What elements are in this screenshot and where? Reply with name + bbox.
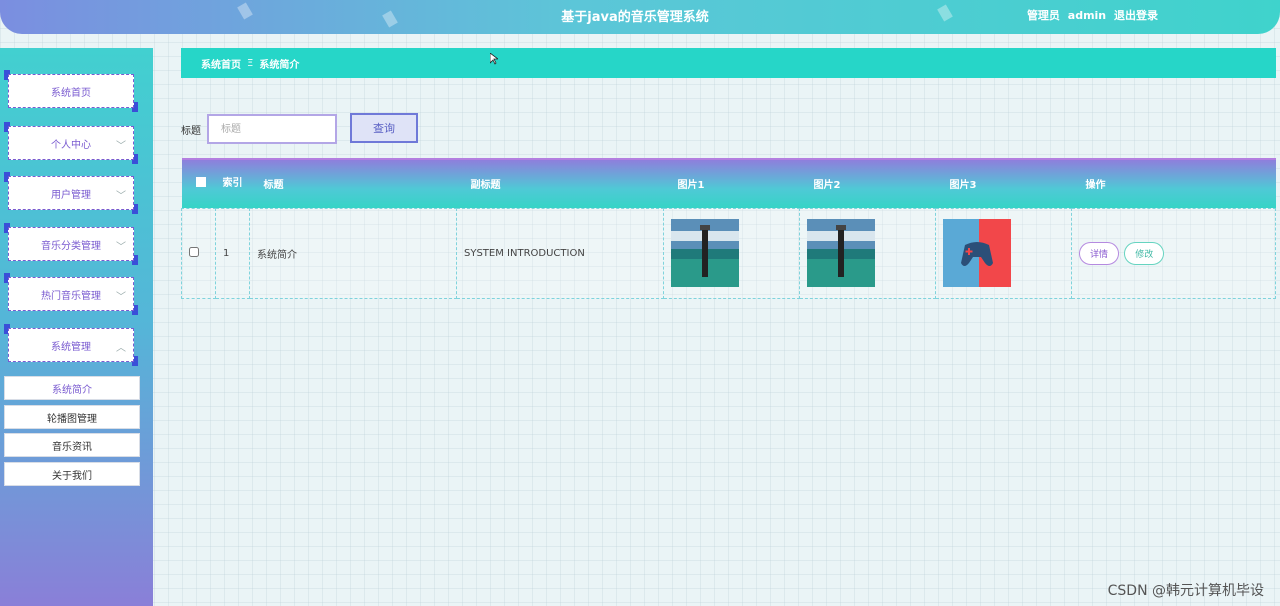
sidebar-item-label: 系统首页 [8,74,134,108]
sidebar-item-music-category[interactable]: 音乐分类管理 ﹀ [4,223,138,265]
edit-button[interactable]: 修改 [1124,241,1165,265]
row-title: 系统简介 [249,207,457,299]
sidebar-subitem-about-us[interactable]: 关于我们 [4,462,140,486]
column-header-actions: 操作 [1071,158,1276,208]
row-image3-cell [935,207,1072,299]
row-index: 1 [215,207,250,299]
sidebar-subitem-system-intro[interactable]: 系统简介 [4,376,140,400]
column-header-image1: 图片1 [663,158,800,208]
row-checkbox[interactable] [189,246,199,257]
query-button[interactable]: 查询 [350,113,418,143]
sidebar-item-hot-music[interactable]: 热门音乐管理 ﹀ [4,273,138,315]
select-all-checkbox[interactable] [195,177,206,188]
sidebar: 系统首页 个人中心 ﹀ 用户管理 ﹀ 音乐分类管理 ﹀ 热门音乐管理 ﹀ 系统管… [0,48,153,606]
detail-button[interactable]: 详情 [1079,241,1120,265]
chevron-down-icon: ﹀ [116,242,126,253]
lighthouse-image[interactable] [807,219,875,287]
top-header: 基于java的音乐管理系统 管理员 admin 退出登录 [0,0,1280,34]
column-header-title: 标题 [249,158,457,208]
table-row: 1 系统简介 SYSTEM INTRODUCTION 详情 修改 [181,207,1276,299]
breadcrumb: 系统首页 Ξ 系统简介 [181,48,1276,78]
lighthouse-image[interactable] [671,219,739,287]
column-header-image3: 图片3 [935,158,1072,208]
search-label: 标题 [181,126,201,137]
data-table: 索引 标题 副标题 图片1 图片2 图片3 操作 1 系统简介 SYSTEM I… [181,158,1276,299]
row-actions-cell: 详情 修改 [1071,207,1276,299]
breadcrumb-current: 系统简介 [259,59,300,71]
chevron-down-icon: ﹀ [116,292,126,303]
chevron-down-icon: ﹀ [116,191,126,202]
column-header-index: 索引 [215,158,250,208]
table-header-row: 索引 标题 副标题 图片1 图片2 图片3 操作 [181,158,1276,208]
logout-link[interactable]: 退出登录 [1114,9,1158,22]
mouse-cursor-icon [490,53,498,65]
row-checkbox-cell [181,207,216,299]
row-subtitle: SYSTEM INTRODUCTION [456,207,664,299]
user-area: 管理员 admin 退出登录 [1023,7,1158,23]
breadcrumb-separator: Ξ [247,57,254,69]
column-header-image2: 图片2 [799,158,936,208]
chevron-up-icon: ︿ [116,343,126,354]
breadcrumb-home[interactable]: 系统首页 [201,56,241,71]
watermark: CSDN @韩元计算机毕设 [1107,583,1264,599]
sidebar-subitem-carousel[interactable]: 轮播图管理 [4,405,140,429]
user-role: 管理员 [1026,9,1060,22]
sidebar-subitem-music-news[interactable]: 音乐资讯 [4,433,140,457]
username: admin [1067,9,1107,22]
sidebar-item-personal-center[interactable]: 个人中心 ﹀ [4,122,138,164]
row-image1-cell [663,207,800,299]
sidebar-item-system-management[interactable]: 系统管理 ︿ [4,324,138,366]
game-controller-image[interactable] [943,219,1011,287]
search-input[interactable] [207,114,337,144]
column-header-subtitle: 副标题 [456,158,664,208]
sidebar-item-home[interactable]: 系统首页 [4,70,138,112]
row-image2-cell [799,207,936,299]
select-all-header[interactable] [181,158,216,208]
chevron-down-icon: ﹀ [116,141,126,152]
sidebar-item-user-management[interactable]: 用户管理 ﹀ [4,172,138,214]
